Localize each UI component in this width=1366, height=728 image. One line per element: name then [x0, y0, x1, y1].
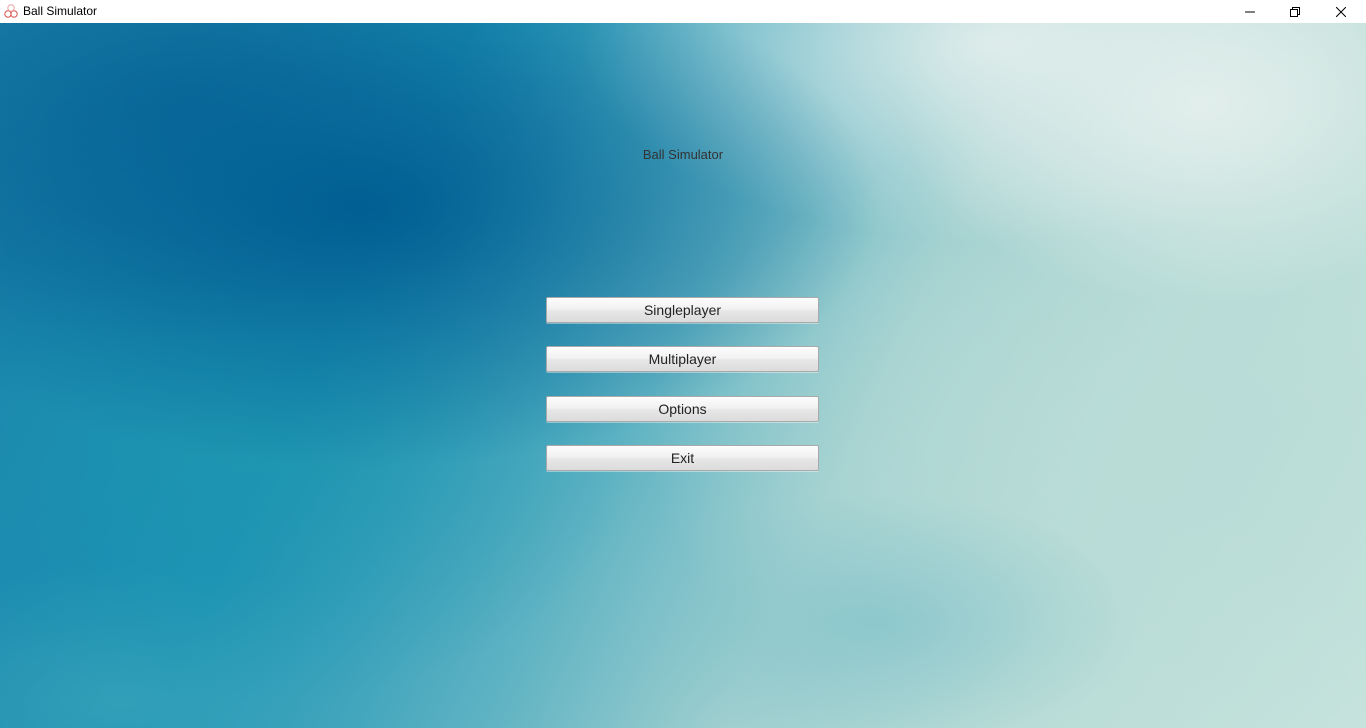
- game-title: Ball Simulator: [642, 147, 724, 162]
- multiplayer-button[interactable]: Multiplayer: [546, 346, 819, 372]
- app-window: Ball Simulator Ball Simulator Singleplay…: [0, 0, 1366, 728]
- close-button[interactable]: [1318, 0, 1364, 23]
- restore-icon: [1290, 6, 1300, 17]
- main-menu-background: Ball Simulator Singleplayer Multiplayer …: [0, 23, 1366, 728]
- singleplayer-button[interactable]: Singleplayer: [546, 297, 819, 323]
- maximize-button[interactable]: [1272, 0, 1318, 23]
- exit-button[interactable]: Exit: [546, 445, 819, 471]
- minimize-icon: [1245, 7, 1255, 17]
- minimize-button[interactable]: [1227, 0, 1273, 23]
- window-title: Ball Simulator: [23, 4, 98, 18]
- title-bar[interactable]: Ball Simulator: [0, 0, 1366, 23]
- options-button[interactable]: Options: [546, 396, 819, 422]
- app-icon: [3, 3, 19, 19]
- close-icon: [1336, 6, 1346, 17]
